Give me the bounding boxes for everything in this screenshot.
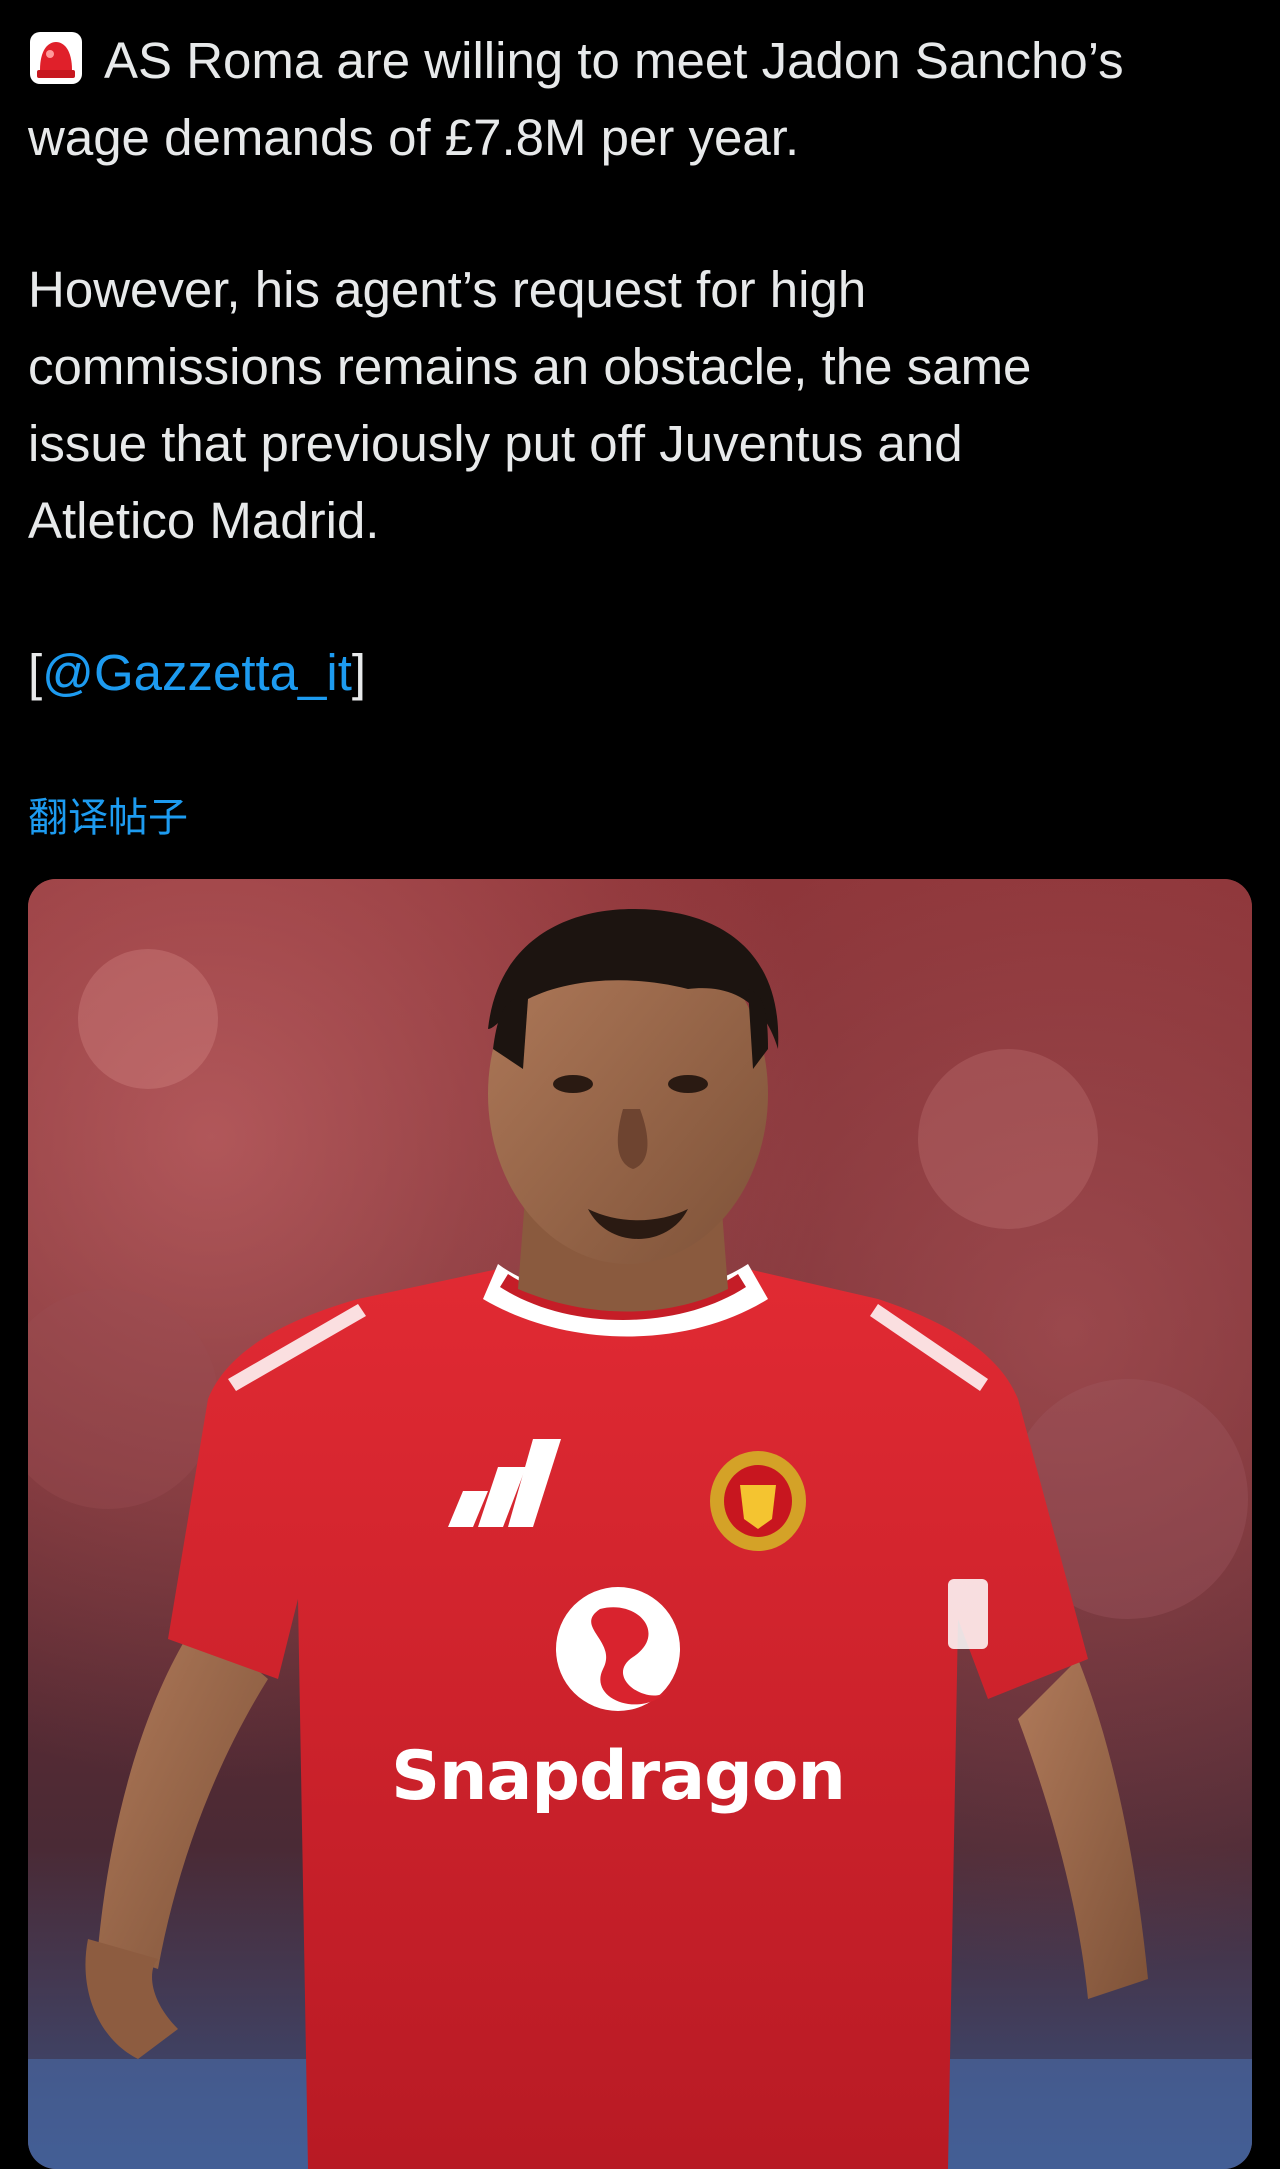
tweet-line: Atletico Madrid.: [28, 492, 380, 549]
source-line: [@Gazzetta_it]: [28, 634, 1248, 711]
tweet-photo[interactable]: Snapdragon: [28, 879, 1252, 2169]
bracket-open: [: [28, 644, 43, 701]
tweet-line: commissions remains an obstacle, the sam…: [28, 338, 1032, 395]
player-photo-illustration: Snapdragon: [28, 879, 1252, 2169]
source-mention-link[interactable]: @Gazzetta_it: [42, 644, 352, 701]
tweet-text: AS Roma are willing to meet Jadon Sancho…: [28, 22, 1248, 711]
tweet-line: However, his agent’s request for high: [28, 261, 867, 318]
club-crest: [710, 1451, 806, 1551]
tweet: AS Roma are willing to meet Jadon Sancho…: [0, 0, 1280, 2169]
snapdragon-logo: [556, 1587, 680, 1711]
rotating-light-siren-icon: [28, 30, 84, 86]
bracket-close: ]: [351, 644, 367, 701]
tweet-line: AS Roma are willing to meet Jadon Sancho…: [28, 22, 1248, 99]
tweet-line: wage demands of £7.8M per year.: [28, 109, 800, 166]
tweet-line-text: AS Roma are willing to meet Jadon Sancho…: [104, 32, 1124, 89]
tweet-line: issue that previously put off Juventus a…: [28, 415, 963, 472]
translate-post-link[interactable]: 翻译帖子: [28, 790, 188, 846]
sponsor-wordmark: Snapdragon: [391, 1737, 845, 1816]
